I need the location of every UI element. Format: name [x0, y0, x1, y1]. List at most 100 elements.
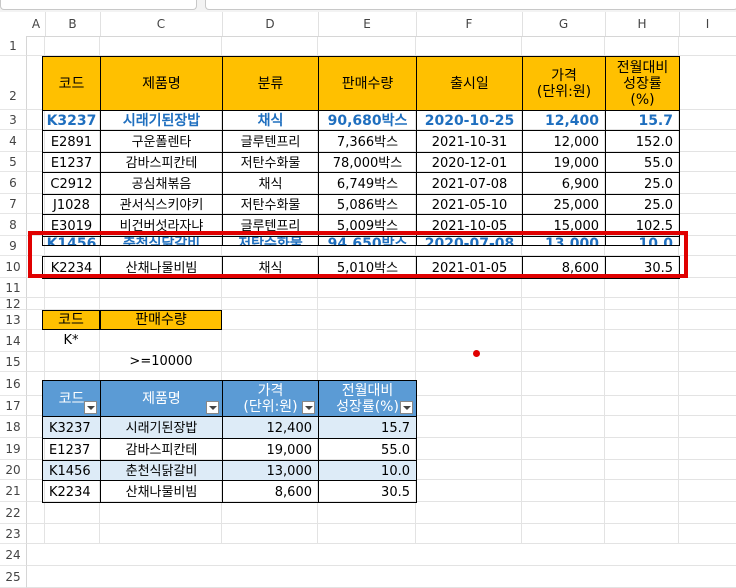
table1-r0-c4[interactable]: 2020-10-25: [416, 110, 523, 131]
table2-r0-c0[interactable]: K3237: [42, 416, 101, 439]
row-header-15[interactable]: 15: [0, 352, 27, 372]
row-header-4[interactable]: 4: [0, 130, 27, 152]
row-header-21[interactable]: 21: [0, 480, 27, 502]
table2-r3-c1[interactable]: 산채나물비빔: [100, 480, 223, 503]
table1-r2-c3[interactable]: 78,000박스: [318, 152, 417, 173]
column-header-g[interactable]: G: [522, 12, 606, 36]
table1-r1-c4[interactable]: 2021-10-31: [416, 130, 523, 153]
table1-header-3[interactable]: 판매수량: [318, 56, 417, 111]
filter-dropdown-icon[interactable]: [84, 401, 97, 414]
column-header-c[interactable]: C: [100, 12, 223, 36]
table1-r3-c1[interactable]: 공심채볶음: [100, 172, 223, 195]
table1-r1-c5[interactable]: 12,000: [522, 130, 606, 153]
table2-r3-c0[interactable]: K2234: [42, 480, 101, 503]
criteria-code-value[interactable]: K*: [42, 330, 100, 352]
table2-header-0[interactable]: 코드: [42, 380, 101, 418]
table1-header-1[interactable]: 제품명: [100, 56, 223, 111]
row-header-14[interactable]: 14: [0, 330, 27, 352]
table1-r2-c0[interactable]: E1237: [42, 152, 101, 173]
row-header-11[interactable]: 11: [0, 278, 27, 298]
row-header-6[interactable]: 6: [0, 172, 27, 194]
table2-r1-c2[interactable]: 19,000: [222, 438, 319, 461]
table1-header-2[interactable]: 분류: [222, 56, 319, 111]
table2-r2-c2[interactable]: 13,000: [222, 460, 319, 481]
table1-r3-c0[interactable]: C2912: [42, 172, 101, 195]
table1-r4-c3[interactable]: 5,086박스: [318, 194, 417, 215]
table1-header-0[interactable]: 코드: [42, 56, 101, 111]
row-header-10[interactable]: 10: [0, 256, 27, 278]
row-header-24[interactable]: 24: [0, 544, 27, 566]
table1-r2-c4[interactable]: 2020-12-01: [416, 152, 523, 173]
table1-r2-c6[interactable]: 55.0: [605, 152, 680, 173]
table1-header-4[interactable]: 출시일: [416, 56, 523, 111]
row-header-19[interactable]: 19: [0, 438, 27, 460]
table2-r2-c0[interactable]: K1456: [42, 460, 101, 481]
table2-header-3[interactable]: 전월대비 성장률(%): [318, 380, 417, 418]
row-header-25[interactable]: 25: [0, 566, 27, 588]
table2-r0-c2[interactable]: 12,400: [222, 416, 319, 439]
table1-r1-c2[interactable]: 글루텐프리: [222, 130, 319, 153]
column-header-f[interactable]: F: [416, 12, 523, 36]
formula-input[interactable]: [205, 0, 736, 10]
table1-header-5[interactable]: 가격 (단위:원): [522, 56, 606, 111]
table2-r2-c1[interactable]: 춘천식닭갈비: [100, 460, 223, 481]
row-header-9[interactable]: 9: [0, 236, 27, 256]
row-header-5[interactable]: 5: [0, 152, 27, 172]
table2-r2-c3[interactable]: 10.0: [318, 460, 417, 481]
table2-r1-c1[interactable]: 감바스피칸테: [100, 438, 223, 461]
table1-r2-c5[interactable]: 19,000: [522, 152, 606, 173]
column-header-b[interactable]: B: [45, 12, 101, 36]
table1-r3-c4[interactable]: 2021-07-08: [416, 172, 523, 195]
row-header-7[interactable]: 7: [0, 194, 27, 214]
row-header-12[interactable]: 12: [0, 298, 27, 310]
row-header-3[interactable]: 3: [0, 110, 27, 130]
table1-r1-c3[interactable]: 7,366박스: [318, 130, 417, 153]
table1-r3-c5[interactable]: 6,900: [522, 172, 606, 195]
column-header-h[interactable]: H: [605, 12, 680, 36]
table1-r4-c2[interactable]: 저탄수화물: [222, 194, 319, 215]
name-box[interactable]: [0, 0, 197, 10]
row-header-16[interactable]: 16: [0, 372, 27, 396]
table2-r0-c1[interactable]: 시래기된장밥: [100, 416, 223, 439]
table1-r0-c3[interactable]: 90,680박스: [318, 110, 417, 131]
table1-r1-c6[interactable]: 152.0: [605, 130, 680, 153]
column-header-d[interactable]: D: [222, 12, 319, 36]
table1-r3-c3[interactable]: 6,749박스: [318, 172, 417, 195]
table1-r3-c6[interactable]: 25.0: [605, 172, 680, 195]
criteria-header-qty[interactable]: 판매수량: [100, 310, 222, 330]
table1-header-6[interactable]: 전월대비 성장률 (%): [605, 56, 680, 111]
table1-r0-c6[interactable]: 15.7: [605, 110, 680, 131]
criteria-qty-value[interactable]: >=10000: [100, 352, 222, 372]
table1-r4-c6[interactable]: 25.0: [605, 194, 680, 215]
table1-r4-c1[interactable]: 관서식스키야키: [100, 194, 223, 215]
row-header-17[interactable]: 17: [0, 396, 27, 416]
table1-r4-c5[interactable]: 25,000: [522, 194, 606, 215]
table1-r4-c0[interactable]: J1028: [42, 194, 101, 215]
row-header-20[interactable]: 20: [0, 460, 27, 480]
table2-r3-c2[interactable]: 8,600: [222, 480, 319, 503]
table1-r0-c0[interactable]: K3237: [42, 110, 101, 131]
table1-r0-c2[interactable]: 채식: [222, 110, 319, 131]
filter-dropdown-icon[interactable]: [206, 401, 219, 414]
table2-header-1[interactable]: 제품명: [100, 380, 223, 418]
row-header-18[interactable]: 18: [0, 416, 27, 438]
column-header-i[interactable]: I: [679, 12, 736, 36]
table2-r1-c0[interactable]: E1237: [42, 438, 101, 461]
table1-r4-c4[interactable]: 2021-05-10: [416, 194, 523, 215]
filter-dropdown-icon[interactable]: [302, 401, 315, 414]
criteria-header-code[interactable]: 코드: [42, 310, 100, 330]
row-header-1[interactable]: 1: [0, 36, 27, 56]
filter-dropdown-icon[interactable]: [400, 401, 413, 414]
row-header-2[interactable]: 2: [0, 56, 27, 110]
table1-r1-c0[interactable]: E2891: [42, 130, 101, 153]
column-header-e[interactable]: E: [318, 12, 417, 36]
table2-r1-c3[interactable]: 55.0: [318, 438, 417, 461]
column-header-a[interactable]: A: [27, 12, 46, 36]
row-header-8[interactable]: 8: [0, 214, 27, 236]
table1-r2-c1[interactable]: 감바스피칸테: [100, 152, 223, 173]
table1-r0-c1[interactable]: 시래기된장밥: [100, 110, 223, 131]
row-header-22[interactable]: 22: [0, 502, 27, 524]
table2-r3-c3[interactable]: 30.5: [318, 480, 417, 503]
table1-r1-c1[interactable]: 구운폴렌타: [100, 130, 223, 153]
row-header-23[interactable]: 23: [0, 524, 27, 544]
